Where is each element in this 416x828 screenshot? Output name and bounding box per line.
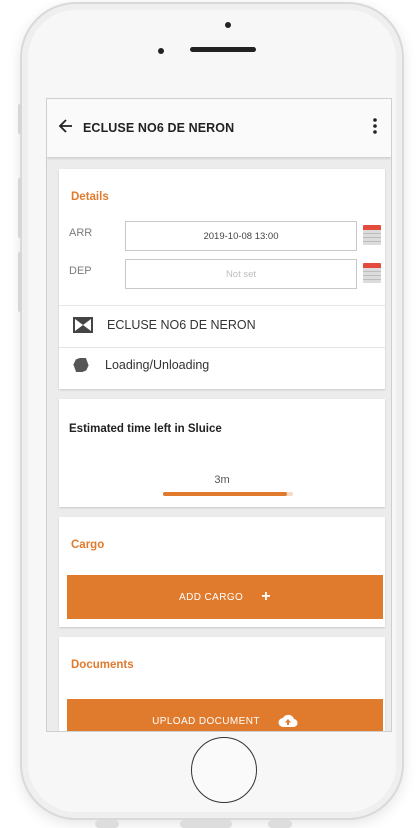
home-button[interactable]: [191, 737, 257, 803]
add-cargo-label: ADD CARGO: [179, 591, 244, 603]
upload-document-button[interactable]: UPLOAD DOCUMENT: [67, 699, 383, 731]
arr-label: ARR: [69, 227, 93, 239]
activity-label: Loading/Unloading: [105, 358, 210, 372]
time-progress-bar: [163, 492, 293, 496]
side-button-mute: [18, 104, 22, 134]
app-bar: ECLUSE NO6 DE NERON: [47, 99, 391, 157]
details-card: Details ARR 2019-10-08 13:00 DEP Not set…: [59, 169, 385, 389]
divider: [59, 305, 385, 306]
frame-edge: [95, 820, 119, 828]
more-vertical-icon[interactable]: [363, 117, 387, 140]
app-screen: ECLUSE NO6 DE NERON Details ARR 2019-10-…: [46, 98, 392, 732]
dep-label: DEP: [69, 265, 92, 277]
cloud-upload-icon: [278, 714, 298, 728]
plus-icon: +: [261, 588, 271, 605]
calendar-icon[interactable]: [363, 263, 381, 283]
frame-edge: [180, 820, 232, 828]
location-name: ECLUSE NO6 DE NERON: [107, 318, 256, 332]
earpiece-speaker: [190, 47, 256, 52]
location-row: ECLUSE NO6 DE NERON: [73, 317, 256, 333]
camera-dot: [225, 22, 231, 28]
details-title: Details: [71, 191, 109, 203]
estimate-card: Estimated time left in Sluice 3m: [59, 399, 385, 507]
arr-field[interactable]: 2019-10-08 13:00: [125, 221, 357, 251]
estimate-value: 3m: [214, 474, 230, 486]
dep-field[interactable]: Not set: [125, 259, 357, 289]
estimate-title: Estimated time left in Sluice: [69, 423, 222, 435]
arrow-left-icon[interactable]: [57, 118, 77, 139]
frame-edge: [268, 820, 292, 828]
calendar-icon[interactable]: [363, 225, 381, 245]
tag-icon: [73, 358, 89, 372]
documents-title: Documents: [71, 659, 134, 671]
cargo-card: Cargo ADD CARGO +: [59, 517, 385, 627]
front-camera: [158, 48, 164, 54]
divider: [59, 347, 385, 348]
side-button-volume-up: [18, 178, 22, 238]
cargo-title: Cargo: [71, 539, 105, 551]
page-title: ECLUSE NO6 DE NERON: [83, 121, 235, 135]
side-button-volume-down: [18, 252, 22, 312]
sluice-gate-icon: [73, 317, 93, 333]
documents-card: Documents UPLOAD DOCUMENT: [59, 637, 385, 731]
activity-row: Loading/Unloading: [73, 358, 209, 372]
add-cargo-button[interactable]: ADD CARGO +: [67, 575, 383, 619]
upload-document-label: UPLOAD DOCUMENT: [152, 715, 260, 727]
time-progress-fill: [163, 492, 287, 496]
